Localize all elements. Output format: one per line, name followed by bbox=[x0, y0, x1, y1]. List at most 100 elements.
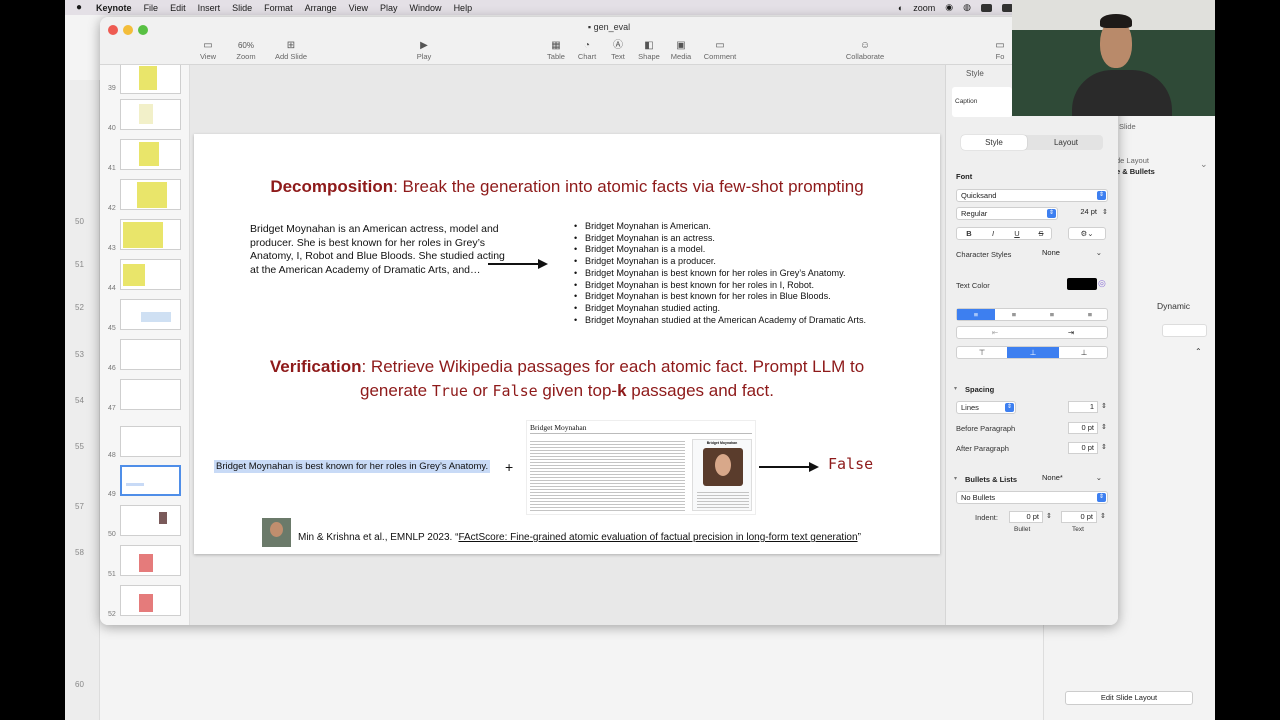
align-bottom-button[interactable]: ⊥ bbox=[1059, 347, 1109, 358]
spacing-mode-select[interactable]: Lines ⇕ bbox=[956, 401, 1016, 414]
disclosure-icon[interactable]: ▾ bbox=[954, 475, 957, 482]
stepper-icon[interactable]: ⌃ bbox=[1195, 347, 1202, 356]
character-styles-select[interactable]: None ⌄ bbox=[1038, 247, 1106, 260]
font-size-field[interactable]: 24 pt bbox=[1066, 207, 1100, 219]
bullet-type-select[interactable]: No Bullets ⇕ bbox=[956, 491, 1108, 504]
text-color-swatch[interactable] bbox=[1067, 278, 1097, 290]
menu-slide[interactable]: Slide bbox=[232, 3, 252, 13]
align-middle-button[interactable]: ⊥ bbox=[1007, 347, 1059, 358]
align-right-button[interactable]: ≡ bbox=[1033, 309, 1071, 320]
spacing-value-field[interactable]: 1 bbox=[1068, 401, 1098, 413]
dynamic-label[interactable]: Dynamic bbox=[1157, 301, 1190, 311]
stepper-icon[interactable]: ⇕ bbox=[1100, 512, 1106, 520]
zoom-button[interactable]: 60% Zoom bbox=[224, 39, 268, 61]
back-slide-tab[interactable]: Slide bbox=[1119, 122, 1136, 131]
record-icon[interactable]: ◉ bbox=[945, 2, 953, 13]
font-style-select[interactable]: Regular ⇕ bbox=[956, 207, 1058, 220]
inspector-top-tab[interactable]: Style bbox=[958, 69, 1004, 81]
selected-claim-text[interactable]: Bridget Moynahan is best known for her r… bbox=[214, 460, 491, 473]
back-field[interactable] bbox=[1162, 324, 1207, 337]
slide-thumbnail-40[interactable] bbox=[120, 99, 181, 130]
stepper-icon[interactable]: ⇕ bbox=[1046, 512, 1052, 520]
stepper-icon[interactable]: ⇕ bbox=[1101, 443, 1107, 451]
tab-style[interactable]: Style bbox=[961, 135, 1027, 150]
decomposition-heading[interactable]: Decomposition: Break the generation into… bbox=[194, 177, 940, 197]
atomic-facts-list[interactable]: Bridget Moynahan is American. Bridget Mo… bbox=[574, 221, 866, 326]
screen-share-icon[interactable]: ◐ bbox=[898, 3, 903, 13]
portrait-photo bbox=[703, 448, 743, 486]
bold-button[interactable]: B bbox=[957, 228, 981, 239]
menu-format[interactable]: Format bbox=[264, 3, 293, 13]
citation[interactable]: Min & Krishna et al., EMNLP 2023. “FActS… bbox=[298, 532, 861, 543]
slide-thumbnail-48[interactable] bbox=[120, 426, 181, 457]
slide-thumbnail-45[interactable] bbox=[120, 299, 181, 330]
menu-insert[interactable]: Insert bbox=[198, 3, 221, 13]
justify-button[interactable]: ≡ bbox=[1071, 309, 1109, 320]
zoom-status-label[interactable]: zoom bbox=[913, 3, 935, 13]
verification-heading[interactable]: Verification: Retrieve Wikipedia passage… bbox=[194, 355, 940, 403]
play-button[interactable]: ▶ Play bbox=[402, 39, 446, 61]
disclosure-icon[interactable]: ▾ bbox=[954, 385, 957, 392]
italic-button[interactable]: I bbox=[981, 228, 1005, 239]
strikethrough-button[interactable]: S bbox=[1029, 228, 1053, 239]
slide-thumbnail-51[interactable] bbox=[120, 545, 181, 576]
slide-thumbnail-46[interactable] bbox=[120, 339, 181, 370]
popup-arrow-icon: ⇕ bbox=[1005, 403, 1014, 412]
menu-arrange[interactable]: Arrange bbox=[305, 3, 337, 13]
menu-help[interactable]: Help bbox=[454, 3, 473, 13]
app-menu[interactable]: Keynote bbox=[96, 3, 132, 13]
menu-play[interactable]: Play bbox=[380, 3, 398, 13]
table-label: Table bbox=[547, 52, 565, 61]
caption-field[interactable]: Caption bbox=[952, 87, 1012, 117]
globe-icon[interactable]: ◍ bbox=[963, 2, 971, 13]
slide-thumbnail-44[interactable] bbox=[120, 259, 181, 290]
slide-thumbnail-50[interactable] bbox=[120, 505, 181, 536]
slide-number: 39 bbox=[108, 85, 116, 92]
stepper-icon[interactable]: ⇕ bbox=[1101, 402, 1107, 410]
tab-layout[interactable]: Layout bbox=[1031, 135, 1101, 150]
text-options-button[interactable]: ⚙⌄ bbox=[1068, 227, 1106, 240]
comment-button[interactable]: ▭ Comment bbox=[698, 39, 742, 61]
stepper-icon[interactable]: ⇕ bbox=[1102, 208, 1108, 216]
citation-link[interactable]: FActScore: Fine-grained atomic evaluatio… bbox=[458, 532, 857, 543]
chevron-down-icon[interactable]: ⌄ bbox=[1200, 159, 1208, 170]
media-button[interactable]: ▣ Media bbox=[659, 39, 703, 61]
camera-icon[interactable] bbox=[981, 3, 992, 12]
slide-thumbnail-43[interactable] bbox=[120, 219, 181, 250]
font-family-select[interactable]: Quicksand ⇕ bbox=[956, 189, 1108, 202]
slide-thumbnail-42[interactable] bbox=[120, 179, 181, 210]
edit-slide-layout-button[interactable]: Edit Slide Layout bbox=[1065, 691, 1193, 705]
wikipedia-screenshot[interactable]: Bridget Moynahan Bridget Moynahan bbox=[526, 420, 756, 515]
apple-icon[interactable]: ● bbox=[76, 2, 82, 13]
slide-thumbnail-41[interactable] bbox=[120, 139, 181, 170]
align-top-button[interactable]: ⊤ bbox=[957, 347, 1007, 358]
back-layout-value[interactable]: e & Bullets bbox=[1116, 167, 1155, 176]
bullet-indent-field[interactable]: 0 pt bbox=[1009, 511, 1043, 523]
text-indent-field[interactable]: 0 pt bbox=[1061, 511, 1097, 523]
format-button[interactable]: ▭ Fo bbox=[990, 39, 1010, 61]
slide-thumbnail-52[interactable] bbox=[120, 585, 181, 616]
after-paragraph-field[interactable]: 0 pt bbox=[1068, 442, 1098, 454]
menu-view[interactable]: View bbox=[349, 3, 368, 13]
increase-indent-button[interactable]: ⇥ bbox=[1033, 327, 1109, 338]
bullets-preset-select[interactable]: None* ⌄ bbox=[1038, 472, 1106, 485]
decrease-indent-button[interactable]: ⇤ bbox=[957, 327, 1033, 338]
stepper-icon[interactable]: ⇕ bbox=[1101, 423, 1107, 431]
generation-paragraph[interactable]: Bridget Moynahan is an American actress,… bbox=[250, 223, 505, 277]
verdict-output[interactable]: False bbox=[828, 455, 873, 473]
underline-button[interactable]: U bbox=[1005, 228, 1029, 239]
color-wheel-icon[interactable]: ◎ bbox=[1098, 278, 1106, 289]
menu-window[interactable]: Window bbox=[410, 3, 442, 13]
menu-file[interactable]: File bbox=[144, 3, 159, 13]
align-center-button[interactable]: ≡ bbox=[995, 309, 1033, 320]
back-slide-number: 52 bbox=[75, 303, 84, 312]
collaborate-button[interactable]: ☺ Collaborate bbox=[838, 39, 892, 61]
slide-thumbnail-39[interactable] bbox=[120, 65, 181, 94]
align-left-button[interactable]: ≡ bbox=[957, 309, 995, 320]
slide-thumbnail-47[interactable] bbox=[120, 379, 181, 410]
before-paragraph-field[interactable]: 0 pt bbox=[1068, 422, 1098, 434]
add-slide-button[interactable]: ⊞ Add Slide bbox=[264, 39, 318, 61]
slide-thumbnail-49-selected[interactable] bbox=[120, 465, 181, 496]
menu-edit[interactable]: Edit bbox=[170, 3, 186, 13]
slide[interactable]: Decomposition: Break the generation into… bbox=[194, 134, 940, 554]
